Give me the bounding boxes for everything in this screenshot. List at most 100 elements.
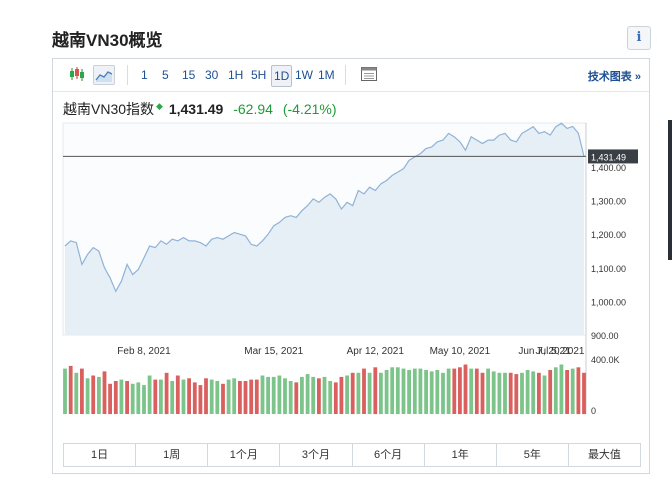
volume-bar — [294, 382, 299, 414]
volume-bar — [260, 375, 265, 414]
volume-bar — [243, 381, 248, 414]
volume-bar — [113, 381, 118, 414]
volume-bar — [68, 365, 73, 414]
volume-bar — [232, 378, 237, 415]
range-max[interactable]: 最大值 — [569, 444, 640, 466]
volume-bar — [429, 371, 434, 414]
volume-bar — [537, 372, 541, 415]
volume-bar — [80, 368, 84, 414]
volume-bar — [277, 375, 282, 414]
volume-bar — [520, 372, 524, 415]
volume-bar — [463, 364, 468, 414]
volume-bar — [548, 370, 553, 414]
x-tick-label: Mar 15, 2021 — [244, 346, 303, 357]
x-tick-label: Jul 5, 2021 — [536, 346, 585, 357]
volume-bar — [582, 372, 586, 415]
volume-bar — [317, 378, 321, 415]
volume-bar — [412, 368, 417, 414]
volume-bar — [514, 374, 519, 414]
y-tick-label: 1,100.00 — [591, 264, 626, 274]
volume-bar — [525, 370, 530, 414]
volume-bar — [288, 381, 293, 414]
volume-bar — [424, 370, 428, 414]
volume-axis-label: 900.00 — [591, 331, 619, 341]
range-5y[interactable]: 5年 — [497, 444, 569, 466]
volume-bar — [74, 372, 79, 415]
volume-bar — [192, 382, 197, 414]
range-1y[interactable]: 1年 — [425, 444, 497, 466]
volume-bar — [283, 378, 287, 415]
volume-bar — [418, 368, 423, 414]
x-tick-label: Apr 12, 2021 — [347, 346, 405, 357]
range-1w[interactable]: 1周 — [136, 444, 209, 466]
volume-bar — [401, 368, 406, 414]
volume-axis-label: 0 — [591, 406, 596, 416]
volume-bar — [559, 364, 564, 414]
volume-bar — [175, 375, 180, 414]
volume-bar — [328, 381, 333, 414]
volume-bar — [367, 372, 372, 415]
volume-bar — [187, 378, 191, 415]
y-tick-label: 1,000.00 — [591, 297, 626, 307]
range-6m[interactable]: 6个月 — [353, 444, 425, 466]
range-selector: 1日 1周 1个月 3个月 6个月 1年 5年 最大值 — [63, 443, 641, 467]
volume-bar — [486, 368, 490, 414]
scrollbar-edge[interactable] — [668, 120, 672, 260]
volume-bar — [249, 379, 254, 414]
volume-bar — [215, 381, 220, 414]
range-1d[interactable]: 1日 — [64, 444, 137, 466]
volume-bar — [373, 367, 378, 415]
volume-axis-label: 400.0K — [591, 355, 620, 365]
info-button[interactable]: i — [627, 26, 651, 50]
chart-widget: 1 5 15 30 1H 5H 1D 1W 1M 技术图表 » 越南VN30指数… — [52, 58, 650, 474]
volume-bar — [238, 381, 242, 414]
volume-bar — [159, 379, 163, 414]
volume-bar — [153, 379, 158, 414]
volume-bar — [362, 368, 366, 414]
volume-bar — [491, 371, 496, 414]
volume-bar — [395, 367, 400, 415]
volume-bar — [553, 367, 558, 415]
volume-bar — [531, 371, 536, 414]
volume-bar — [198, 385, 203, 414]
volume-bar — [474, 368, 479, 414]
volume-bar — [333, 382, 338, 414]
volume-bar — [441, 372, 445, 415]
volume-bar — [254, 379, 259, 414]
volume-bar — [97, 376, 101, 414]
volume-bar — [503, 372, 507, 415]
volume-bar — [350, 372, 355, 415]
volume-bar — [136, 382, 141, 414]
volume-bar — [271, 376, 276, 414]
page-title: 越南VN30概览 — [52, 31, 163, 50]
volume-bar — [142, 385, 146, 414]
volume-bar — [108, 383, 112, 415]
volume-bar — [226, 379, 231, 414]
volume-bar — [407, 370, 411, 414]
x-tick-label: Feb 8, 2021 — [117, 346, 171, 357]
volume-bar — [125, 381, 129, 414]
volume-bar — [576, 367, 581, 415]
volume-bar — [147, 375, 152, 414]
y-tick-label: 1,200.00 — [591, 230, 626, 240]
volume-bar — [181, 379, 186, 414]
volume-bar — [469, 368, 474, 414]
range-3m[interactable]: 3个月 — [280, 444, 353, 466]
volume-bar — [452, 368, 457, 414]
last-price-label: 1,431.49 — [591, 152, 626, 162]
volume-bar — [85, 378, 90, 415]
volume-bar — [311, 376, 316, 414]
volume-bar — [322, 376, 327, 414]
volume-bar — [300, 376, 304, 414]
range-1m[interactable]: 1个月 — [208, 444, 281, 466]
volume-bar — [221, 383, 225, 415]
volume-bar — [204, 378, 208, 415]
y-tick-label: 1,400.00 — [591, 163, 626, 173]
volume-bar — [446, 368, 451, 414]
volume-bar — [384, 370, 389, 414]
volume-bar — [102, 371, 107, 414]
x-tick-label: May 10, 2021 — [430, 346, 491, 357]
price-chart[interactable]: 英为财情Investing.com1,000.001,100.001,200.0… — [53, 59, 649, 443]
volume-bar — [570, 368, 575, 414]
volume-bar — [497, 372, 502, 415]
